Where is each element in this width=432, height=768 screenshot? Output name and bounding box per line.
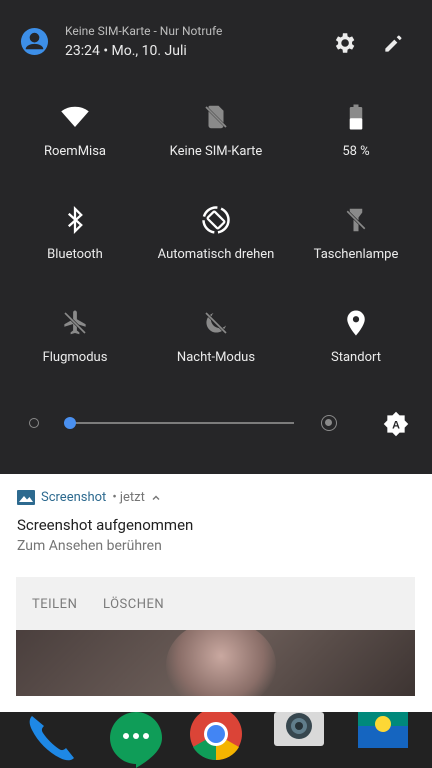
night-mode-off-icon bbox=[204, 311, 228, 335]
carrier-text: Keine SIM-Karte - Nur Notrufe bbox=[65, 24, 223, 38]
airplane-off-icon bbox=[63, 310, 87, 335]
phone-icon[interactable] bbox=[22, 712, 76, 768]
notification-actions: TEILEN LÖSCHEN bbox=[16, 577, 415, 630]
preview-image-content bbox=[166, 630, 276, 696]
location-icon bbox=[347, 310, 365, 336]
notification-app-name: Screenshot bbox=[41, 490, 107, 505]
image-icon bbox=[17, 490, 35, 505]
tile-label: Standort bbox=[331, 350, 381, 365]
chrome-icon[interactable] bbox=[188, 712, 244, 768]
gear-icon[interactable] bbox=[331, 30, 357, 56]
edit-pencil-icon[interactable] bbox=[381, 30, 407, 56]
screenshot-preview-image[interactable] bbox=[16, 630, 415, 696]
delete-button[interactable]: LÖSCHEN bbox=[103, 597, 164, 612]
date-time[interactable]: 23:24 • Mo., 10. Juli bbox=[65, 43, 187, 59]
brightness-row: A bbox=[0, 400, 432, 446]
svg-text:A: A bbox=[392, 419, 400, 431]
tile-label: RoemMisa bbox=[43, 144, 106, 159]
user-avatar-icon[interactable] bbox=[20, 27, 49, 56]
flashlight-off-icon bbox=[346, 208, 366, 232]
tile-bluetooth[interactable]: Bluetooth bbox=[3, 203, 147, 303]
battery-icon bbox=[349, 104, 363, 130]
wifi-icon bbox=[61, 106, 89, 127]
tile-wifi[interactable]: RoemMisa bbox=[3, 100, 147, 200]
chevron-up-icon[interactable] bbox=[151, 493, 161, 503]
tile-label: Nacht-Modus bbox=[176, 350, 256, 365]
notification-time: • jetzt bbox=[112, 490, 145, 505]
tile-airplane[interactable]: Flugmodus bbox=[3, 306, 147, 406]
tile-location[interactable]: Standort bbox=[284, 306, 428, 406]
no-sim-icon bbox=[205, 105, 227, 129]
tile-label: Bluetooth bbox=[47, 247, 103, 262]
tile-auto-rotate[interactable]: Automatisch drehen bbox=[144, 203, 288, 303]
auto-rotate-icon bbox=[202, 206, 230, 234]
tile-label: Taschenlampe bbox=[313, 247, 399, 262]
tile-battery[interactable]: 58 % bbox=[284, 100, 428, 200]
bluetooth-icon bbox=[67, 206, 83, 234]
gallery-icon[interactable] bbox=[358, 712, 408, 768]
auto-brightness-icon[interactable]: A bbox=[383, 411, 409, 437]
tile-sim[interactable]: Keine SIM-Karte bbox=[144, 100, 288, 200]
brightness-slider-thumb[interactable] bbox=[64, 417, 76, 429]
hangouts-icon[interactable] bbox=[108, 712, 164, 768]
camera-icon[interactable] bbox=[272, 712, 326, 768]
screenshot-notification[interactable]: Screenshot • jetzt Screenshot aufgenomme… bbox=[0, 474, 432, 712]
quick-settings-panel: Keine SIM-Karte - Nur Notrufe 23:24 • Mo… bbox=[0, 0, 432, 474]
tile-night-mode[interactable]: Nacht-Modus bbox=[144, 306, 288, 406]
qs-header: Keine SIM-Karte - Nur Notrufe 23:24 • Mo… bbox=[0, 0, 432, 80]
brightness-high-icon bbox=[321, 415, 337, 431]
tile-label: Automatisch drehen bbox=[157, 247, 275, 262]
tile-label: Flugmodus bbox=[42, 350, 108, 365]
brightness-slider-track[interactable] bbox=[70, 422, 294, 424]
tile-label: 58 % bbox=[342, 144, 370, 159]
share-button[interactable]: TEILEN bbox=[32, 597, 77, 612]
notification-title: Screenshot aufgenommen bbox=[17, 516, 194, 534]
tile-label: Keine SIM-Karte bbox=[169, 144, 263, 159]
notification-text: Zum Ansehen berühren bbox=[17, 538, 162, 554]
tile-flashlight[interactable]: Taschenlampe bbox=[284, 203, 428, 303]
home-dock bbox=[0, 712, 432, 768]
brightness-low-icon bbox=[29, 418, 39, 428]
notification-header: Screenshot • jetzt bbox=[17, 490, 161, 505]
